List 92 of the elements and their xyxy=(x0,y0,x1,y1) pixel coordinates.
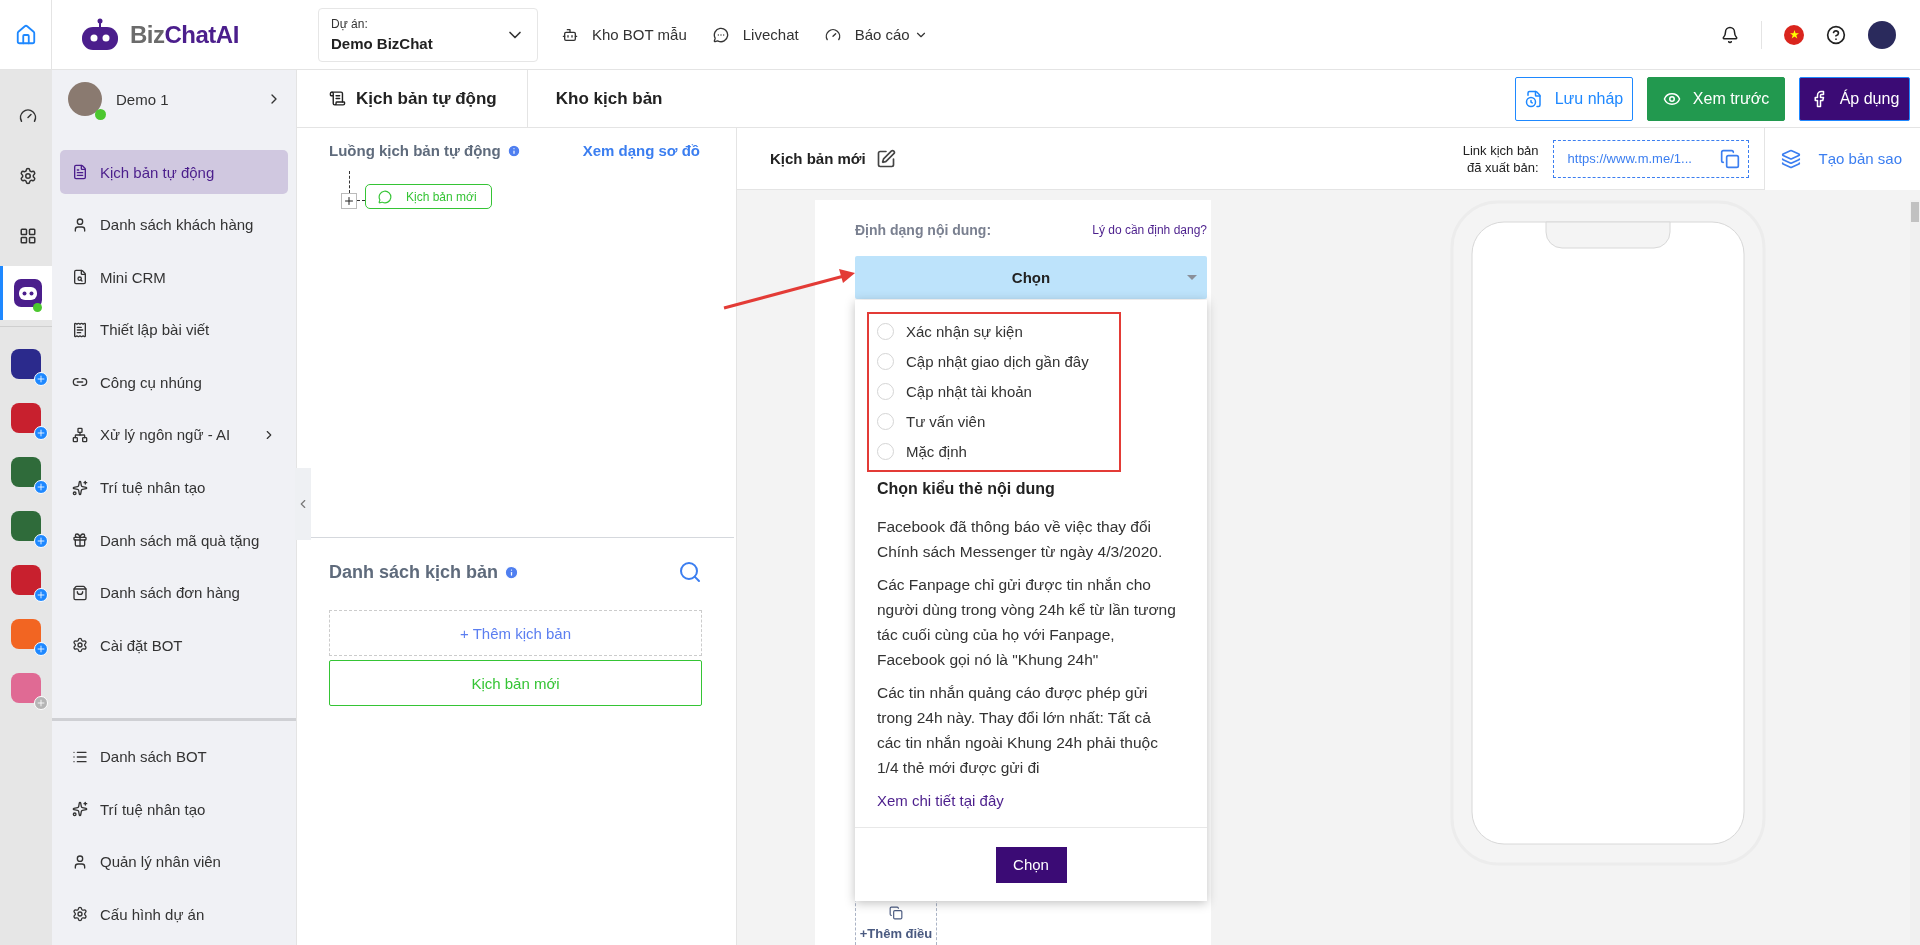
info-paragraph: Các Fanpage chỉ gửi được tin nhắn cho người dùng trong vòng 24h kể từ lần tương tác cuối cùng của họ với Fanpage, Facebook gọi nó là "Khung 24h" xyxy=(877,575,1177,670)
menu-icon xyxy=(72,164,88,180)
sidebar-item[interactable]: Cài đặt BOT xyxy=(60,623,288,668)
app-icon[interactable] xyxy=(11,457,41,487)
sidebar-item[interactable]: Công cụ nhúng xyxy=(60,360,288,405)
user-menu[interactable]: Demo 1 xyxy=(52,70,296,128)
breadcrumb-item[interactable]: Kịch bản tự động xyxy=(297,69,528,128)
sidebar-item[interactable]: Danh sách BOT xyxy=(60,734,288,779)
choose-button[interactable]: Chọn xyxy=(995,846,1067,883)
settings-icon xyxy=(18,167,37,185)
search-icon[interactable] xyxy=(678,560,702,584)
expand-button[interactable] xyxy=(341,193,357,209)
nav-link[interactable]: Kho BOT mẫu xyxy=(560,26,689,43)
menu-icon xyxy=(72,269,88,286)
published-link-label: Link kịch bản đã xuất bản: xyxy=(1461,141,1539,176)
sidebar-item[interactable]: Cấu hình dự án xyxy=(60,892,288,937)
scrollbar-thumb[interactable] xyxy=(1911,202,1919,222)
info-paragraph: Facebook đã thông báo về việc thay đổi Chính sách Messenger từ ngày 4/3/2020. xyxy=(877,517,1164,562)
sidebar-item[interactable]: Mini CRM xyxy=(60,255,288,300)
add-script-button[interactable]: + Thêm kịch bản xyxy=(329,610,702,656)
robot-logo-icon xyxy=(80,17,120,52)
status-dot xyxy=(33,303,42,312)
diagram-view-link[interactable]: Xem dạng sơ đồ xyxy=(582,142,700,159)
section-title: Danh sách kịch bản xyxy=(329,561,499,583)
sidebar-item[interactable]: Thiết lập bài viết xyxy=(60,307,288,352)
nav-link[interactable]: Báo cáo xyxy=(822,26,930,43)
draft-icon xyxy=(1524,89,1543,108)
info-paragraph: Các tin nhắn quảng cáo được phép gửi trong 24h này. Thay đổi lớn nhất: Tất cả các tin nhắn ngoài Khung 24h phải thuộc 1/4 thẻ mới được gửi đi xyxy=(877,683,1159,778)
menu-icon xyxy=(72,801,88,818)
copy-icon[interactable] xyxy=(1719,148,1740,169)
edit-icon[interactable] xyxy=(875,148,896,169)
menu-icon xyxy=(72,637,88,654)
action-button[interactable]: Áp dụng xyxy=(1799,76,1910,121)
menu-icon xyxy=(72,906,88,923)
duplicate-button[interactable]: Tạo bản sao xyxy=(1763,127,1920,190)
help-icon[interactable] xyxy=(1826,24,1846,45)
info-icon[interactable] xyxy=(504,564,520,580)
app-icon[interactable] xyxy=(11,565,41,595)
document-icon xyxy=(329,90,346,107)
app-icon[interactable] xyxy=(11,349,41,379)
notification-icon[interactable] xyxy=(1721,25,1739,44)
radio-option[interactable]: Mặc định xyxy=(877,436,1119,466)
menu-icon xyxy=(72,853,88,870)
sidebar-item[interactable]: Danh sách khách hàng xyxy=(60,202,288,247)
menu-icon xyxy=(72,584,88,601)
menu-icon xyxy=(72,216,88,233)
menu-icon xyxy=(72,426,88,443)
caret-icon xyxy=(1187,275,1197,280)
radio-option[interactable]: Xác nhận sự kiện xyxy=(877,316,1119,346)
app-icon[interactable] xyxy=(11,403,41,433)
sidebar-item[interactable]: Xử lý ngôn ngữ - AI xyxy=(60,412,288,457)
brand-name: BizChatAI xyxy=(130,20,239,49)
sidebar-item[interactable]: Danh sách mã quà tặng xyxy=(60,518,288,563)
radio-option[interactable]: Cập nhật tài khoản xyxy=(877,376,1119,406)
menu-icon xyxy=(72,532,88,549)
field-label: Định dạng nội dung: xyxy=(855,222,992,238)
sidebar-item[interactable]: Trí tuệ nhân tạo xyxy=(60,787,288,832)
radio-option[interactable]: Tư vấn viên xyxy=(877,406,1119,436)
gauge-icon xyxy=(18,107,37,125)
nav-link[interactable]: Livechat xyxy=(710,26,801,43)
grid-icon xyxy=(18,227,37,245)
gauge-icon xyxy=(824,26,841,43)
details-link[interactable]: Xem chi tiết tại đây xyxy=(877,792,1177,809)
script-title: Kịch bản mới xyxy=(770,150,866,167)
copy-icon xyxy=(889,906,903,920)
action-button[interactable]: Xem trước xyxy=(1647,76,1785,121)
chat-icon xyxy=(712,26,729,43)
sidebar-item[interactable]: Danh sách đơn hàng xyxy=(60,570,288,615)
layers-icon xyxy=(1780,148,1801,169)
info-title: Chọn kiểu thẻ nội dung xyxy=(877,480,1056,498)
collapse-handle[interactable] xyxy=(295,468,311,540)
breadcrumb-item[interactable]: Kho kịch bản xyxy=(527,69,693,128)
flag-icon[interactable] xyxy=(1784,24,1804,45)
radio-option[interactable]: Cập nhật giao dịch gần đây xyxy=(877,346,1119,376)
info-icon[interactable] xyxy=(506,143,521,158)
published-link-field[interactable]: https://www.m.me/1... xyxy=(1552,139,1749,178)
plus-icon xyxy=(343,195,355,207)
help-link[interactable]: Lý do cần định dạng? xyxy=(1092,223,1207,237)
section-title: Luồng kịch bản tự động xyxy=(329,142,501,159)
format-dropdown[interactable]: Chọn xyxy=(855,256,1207,299)
sidebar-item[interactable]: Kịch bản tự động xyxy=(60,150,288,194)
robot-icon xyxy=(13,279,42,307)
sidebar-item[interactable]: Quản lý nhân viên xyxy=(60,839,288,884)
home-icon[interactable] xyxy=(14,23,37,46)
messenger-icon xyxy=(378,189,392,204)
menu-icon xyxy=(72,321,88,338)
robot-icon xyxy=(562,26,578,43)
sidebar-item[interactable]: Trí tuệ nhân tạo xyxy=(60,465,288,510)
account-avatar[interactable] xyxy=(1868,20,1896,49)
menu-icon xyxy=(72,479,88,496)
app-icon[interactable] xyxy=(11,511,41,541)
project-selector[interactable]: Dự án: Demo BizChat xyxy=(318,7,538,62)
